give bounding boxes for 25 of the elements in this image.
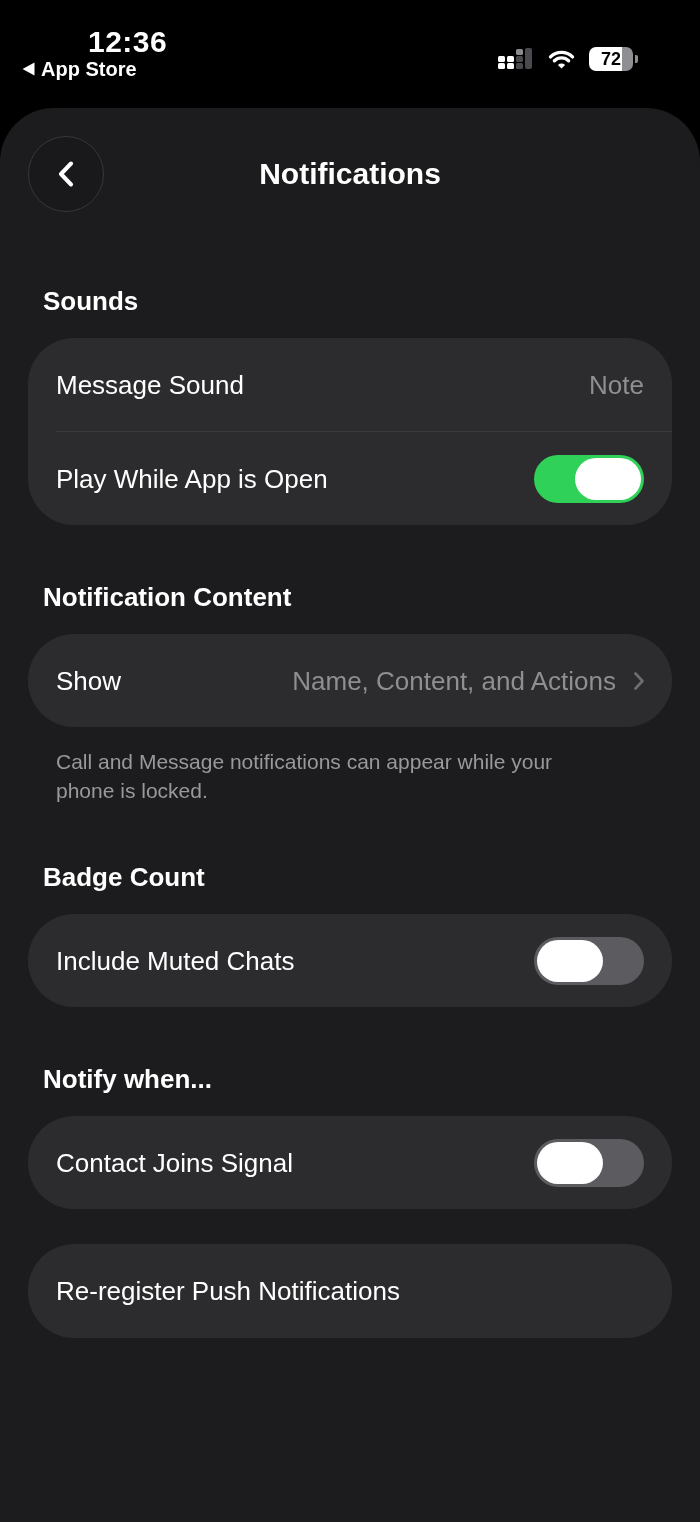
section-heading: Badge Count bbox=[42, 862, 206, 892]
action-button[interactable]: Re-register Push Notifications bbox=[28, 1244, 672, 1338]
setting-label[interactable]: Show bbox=[56, 665, 122, 696]
section-heading: Notification Content bbox=[42, 582, 293, 612]
setting-label: Contact Joins Signal bbox=[56, 1147, 294, 1178]
section-heading: Sounds bbox=[42, 286, 140, 316]
page-title: Notifications bbox=[258, 156, 442, 192]
wifi-icon bbox=[548, 49, 575, 69]
status-time: 12:36 bbox=[88, 26, 168, 58]
back-link[interactable]: App Store bbox=[22, 58, 137, 80]
section-heading: Notify when... bbox=[42, 1064, 213, 1094]
section-footnote: Call and Message notifications can appear while your phone is locked. bbox=[56, 749, 554, 804]
chevron-right-icon bbox=[634, 671, 644, 690]
setting-label: Play While App is Open bbox=[56, 463, 328, 494]
setting-value: Name, Content, and Actions bbox=[292, 665, 616, 696]
chevron-left-icon bbox=[58, 161, 74, 187]
signal-icon bbox=[498, 48, 534, 70]
setting-value: Note bbox=[589, 369, 644, 400]
setting-label: Include Muted Chats bbox=[56, 945, 295, 976]
toggle-switch[interactable] bbox=[534, 454, 644, 503]
battery-indicator: 72 bbox=[589, 47, 638, 71]
setting-label[interactable]: Message Sound bbox=[56, 369, 244, 400]
triangle-left-icon bbox=[22, 62, 35, 76]
toggle-switch[interactable] bbox=[534, 1138, 644, 1187]
toggle-switch[interactable] bbox=[534, 936, 644, 985]
